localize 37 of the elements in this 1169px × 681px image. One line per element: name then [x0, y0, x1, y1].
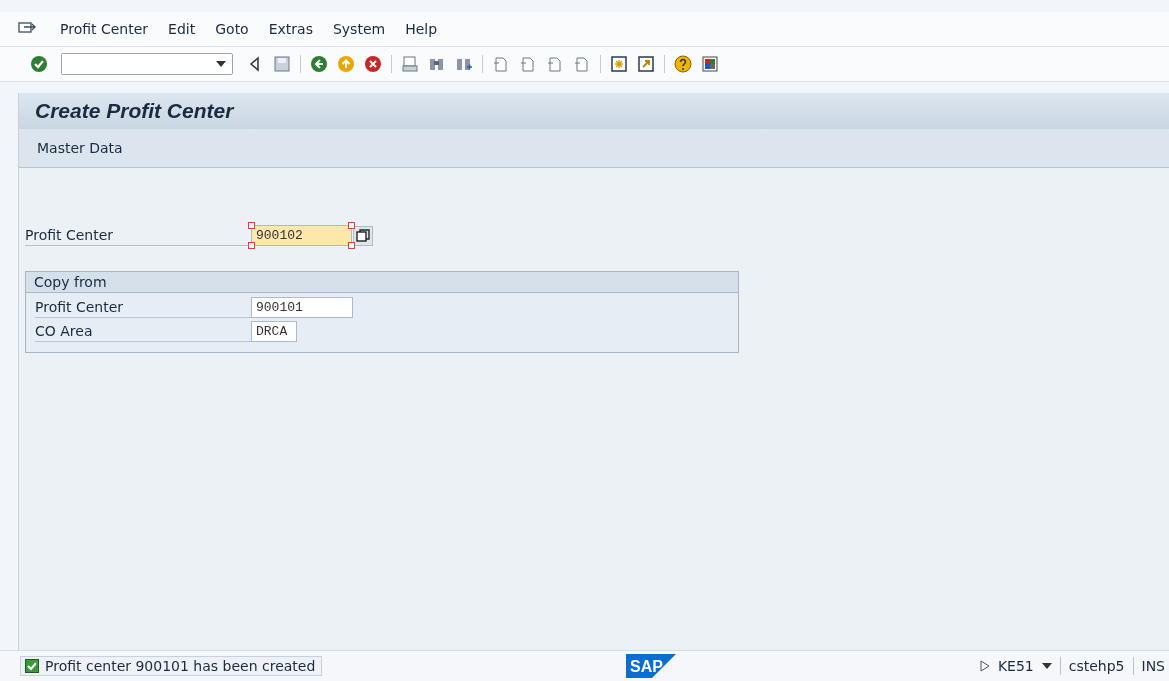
- menu-item[interactable]: System: [324, 19, 394, 39]
- dropdown-icon[interactable]: [1041, 663, 1052, 669]
- group-title: Copy from: [26, 272, 738, 293]
- next-page-icon[interactable]: [546, 55, 564, 73]
- copy-icon[interactable]: [353, 225, 373, 246]
- server-name: cstehp5: [1068, 658, 1125, 674]
- menu-item[interactable]: Goto: [207, 19, 257, 39]
- layout-icon[interactable]: [701, 55, 719, 73]
- menu-item[interactable]: Help: [397, 19, 446, 39]
- sap-logo: SAP: [626, 654, 677, 678]
- first-page-icon[interactable]: [492, 55, 510, 73]
- print-icon[interactable]: [401, 55, 419, 73]
- back-icon[interactable]: [310, 55, 328, 73]
- enter-icon[interactable]: [30, 55, 48, 73]
- last-page-icon[interactable]: [573, 55, 591, 73]
- expand-icon[interactable]: [979, 660, 990, 672]
- input-field[interactable]: 900102: [251, 225, 352, 246]
- tab-header: Master Data: [19, 129, 1169, 168]
- previous-page-icon[interactable]: [519, 55, 537, 73]
- new-session-icon[interactable]: [610, 55, 628, 73]
- field-label: Profit Center: [35, 297, 251, 318]
- input-mode: INS: [1141, 658, 1165, 674]
- input-field[interactable]: 900101: [251, 297, 353, 318]
- menu-item[interactable]: Profit Center: [52, 19, 157, 39]
- cancel-icon[interactable]: [364, 55, 382, 73]
- transaction-code[interactable]: KE51: [997, 658, 1034, 674]
- message-text: Profit center 900101 has been created: [45, 658, 316, 674]
- help-icon[interactable]: [674, 55, 692, 73]
- input-field[interactable]: DRCA: [251, 321, 297, 342]
- screen-title: Create Profit Center: [19, 93, 1169, 129]
- menu-icon[interactable]: [18, 22, 36, 36]
- dropdown-icon[interactable]: [216, 61, 226, 67]
- shortcut-icon[interactable]: [637, 55, 655, 73]
- field-label: CO Area: [35, 321, 251, 342]
- command-field[interactable]: [61, 53, 233, 75]
- menu-item[interactable]: Extras: [260, 19, 321, 39]
- menu-item[interactable]: Edit: [160, 19, 204, 39]
